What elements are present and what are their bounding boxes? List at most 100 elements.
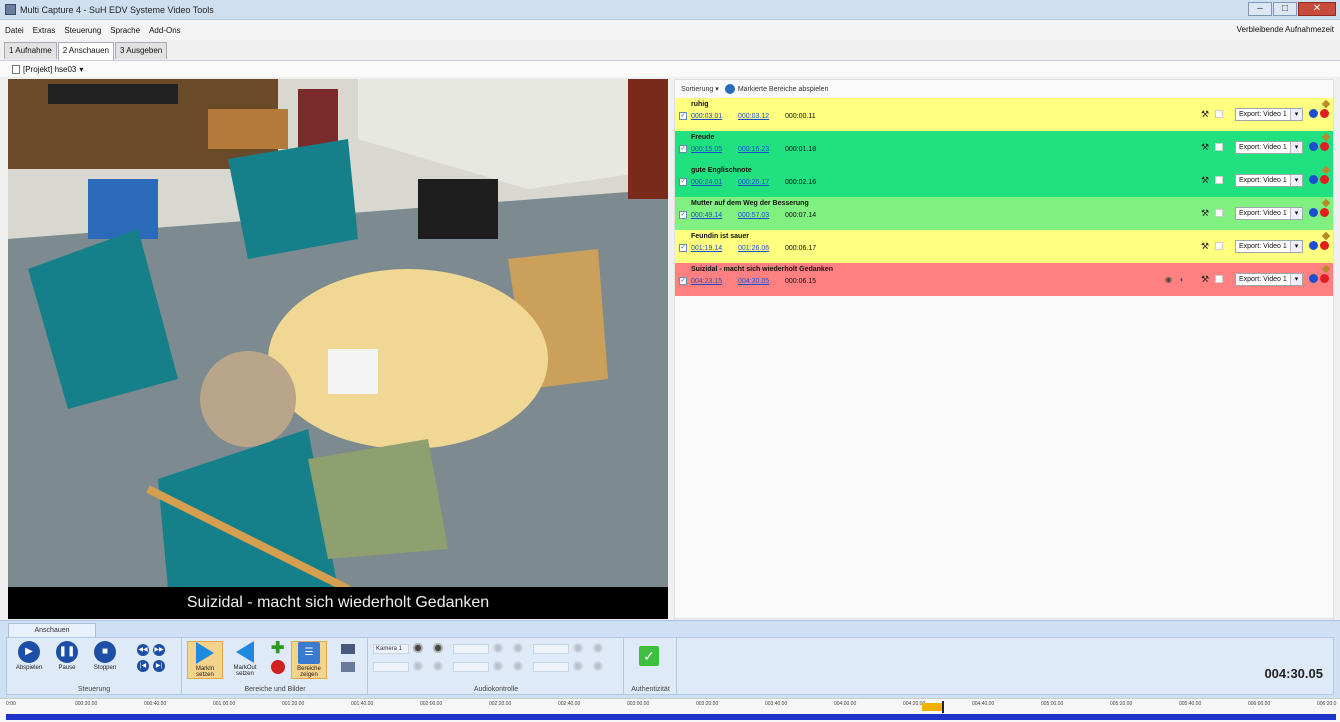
close-button[interactable]: ✕ [1298,2,1336,16]
chevron-down-icon[interactable]: ▾ [1290,274,1302,285]
edit-icon[interactable] [1321,264,1331,274]
skip-forward-icon[interactable]: ▶| [153,660,165,672]
marker-in-link[interactable]: 000:15.05 [691,146,722,153]
monitor-icon[interactable] [341,644,355,654]
marker-row[interactable]: ✓ Freude 000:15.05 000:16.23 000:01.18 ⚒… [675,131,1333,164]
sort-dropdown[interactable]: Sortierung [681,86,713,93]
marker-checkbox[interactable]: ✓ [679,277,687,285]
maximize-button[interactable]: □ [1273,2,1297,16]
speaker-icon[interactable]: ◖ [1179,275,1184,284]
volume-knob[interactable] [493,661,503,671]
chevron-down-icon[interactable]: ▾ [715,85,719,93]
video-player[interactable]: Suizidal - macht sich wiederholt Gedanke… [8,79,668,619]
menu-addons[interactable]: Add-Ons [149,26,181,35]
marker-row[interactable]: ✓ ruhig 000:03.01 000:03.12 000:00.11 ⚒ … [675,98,1333,131]
wand-icon[interactable]: ⚒ [1201,274,1211,284]
volume-knob[interactable] [413,661,423,671]
pause-button[interactable]: ❚❚ Pause [49,641,85,679]
info-icon[interactable] [1309,274,1318,283]
marker-out-link[interactable]: 001:26.06 [738,245,769,252]
add-icon[interactable]: ✚ [271,641,287,657]
timeline-cursor[interactable] [942,701,944,713]
info-icon[interactable] [1309,241,1318,250]
delete-icon[interactable] [271,660,285,674]
export-select[interactable]: Export: Video 1 ▾ [1235,207,1303,220]
delete-icon[interactable] [1320,142,1329,151]
marker-in-link[interactable]: 000:24.01 [691,179,722,186]
tab-anschauen[interactable]: 2 Anschauen [57,42,114,60]
marker-in-link[interactable]: 004:23.15 [691,278,722,285]
marker-color-box[interactable] [1215,209,1223,217]
info-icon[interactable] [1309,142,1318,151]
marker-out-link[interactable]: 004:30.05 [738,278,769,285]
markin-button[interactable]: MarkIn setzen [187,641,223,679]
info-icon[interactable] [1309,175,1318,184]
delete-icon[interactable] [1320,274,1329,283]
markout-button[interactable]: MarkOut setzen [227,641,263,679]
marker-row[interactable]: ✓ Feundin ist sauer 001:19.14 001:26.06 … [675,230,1333,263]
wand-icon[interactable]: ⚒ [1201,109,1211,119]
export-select[interactable]: Export: Video 1 ▾ [1235,174,1303,187]
timeline-marker[interactable] [922,703,942,711]
marker-out-link[interactable]: 000:03.12 [738,113,769,120]
menu-extras[interactable]: Extras [33,26,56,35]
timeline[interactable]: 0:00 000:20.00 000:40.00 001:00.00 001:20.00… [0,698,1340,722]
wand-icon[interactable]: ⚒ [1201,208,1211,218]
chevron-down-icon[interactable]: ▾ [1290,142,1302,153]
volume-knob[interactable] [493,643,503,653]
delete-icon[interactable] [1320,241,1329,250]
marker-in-link[interactable]: 000:03.01 [691,113,722,120]
tab-aufnahme[interactable]: 1 Aufnahme [4,42,57,59]
menu-sprache[interactable]: Sprache [110,26,140,35]
fast-forward-icon[interactable]: ▶▶ [153,644,165,656]
export-select[interactable]: Export: Video 1 ▾ [1235,108,1303,121]
delete-icon[interactable] [1320,208,1329,217]
chevron-down-icon[interactable]: ▾ [1290,109,1302,120]
marker-checkbox[interactable]: ✓ [679,178,687,186]
balance-knob[interactable] [433,661,443,671]
marker-color-box[interactable] [1215,242,1223,250]
info-icon[interactable] [1309,208,1318,217]
volume-knob[interactable] [573,643,583,653]
marker-checkbox[interactable]: ✓ [679,244,687,252]
minimize-button[interactable]: – [1248,2,1272,16]
delete-icon[interactable] [1320,109,1329,118]
marker-checkbox[interactable]: ✓ [679,145,687,153]
timeline-bar[interactable] [6,714,1336,720]
marker-checkbox[interactable]: ✓ [679,211,687,219]
project-selector[interactable]: [Projekt] hse03 [23,65,76,74]
image-icon[interactable] [341,662,355,672]
edit-icon[interactable] [1321,198,1331,208]
marker-checkbox[interactable]: ✓ [679,112,687,120]
chevron-down-icon[interactable]: ▾ [1290,208,1302,219]
edit-icon[interactable] [1321,165,1331,175]
edit-icon[interactable] [1321,99,1331,109]
menu-datei[interactable]: Datei [5,26,24,35]
export-select[interactable]: Export: Video 1 ▾ [1235,141,1303,154]
chevron-down-icon[interactable]: ▾ [1290,241,1302,252]
play-marked-button[interactable]: Markierte Bereiche abspielen [738,86,829,93]
balance-knob[interactable] [513,661,523,671]
chevron-down-icon[interactable]: ▾ [79,65,83,74]
edit-icon[interactable] [1321,231,1331,241]
stop-button[interactable]: ■ Stoppen [87,641,123,679]
bereiche-zeigen-button[interactable]: ☰ Bereiche zeigen [291,641,327,679]
delete-icon[interactable] [1320,175,1329,184]
marker-out-link[interactable]: 000:16.23 [738,146,769,153]
wand-icon[interactable]: ⚒ [1201,175,1211,185]
info-icon[interactable] [1309,109,1318,118]
menu-steuerung[interactable]: Steuerung [64,26,101,35]
wand-icon[interactable]: ⚒ [1201,142,1211,152]
volume-knob[interactable] [413,643,423,653]
export-select[interactable]: Export: Video 1 ▾ [1235,240,1303,253]
marker-color-box[interactable] [1215,110,1223,118]
ribbon-tab-anschauen[interactable]: Anschauen [8,623,96,638]
marker-out-link[interactable]: 000:26.17 [738,179,769,186]
marker-color-box[interactable] [1215,176,1223,184]
marker-color-box[interactable] [1215,275,1223,283]
tab-ausgeben[interactable]: 3 Ausgeben [114,42,168,59]
marker-in-link[interactable]: 000:49.14 [691,212,722,219]
snapshot-icon[interactable]: ◉ [1165,275,1172,284]
marker-color-box[interactable] [1215,143,1223,151]
balance-knob[interactable] [593,661,603,671]
